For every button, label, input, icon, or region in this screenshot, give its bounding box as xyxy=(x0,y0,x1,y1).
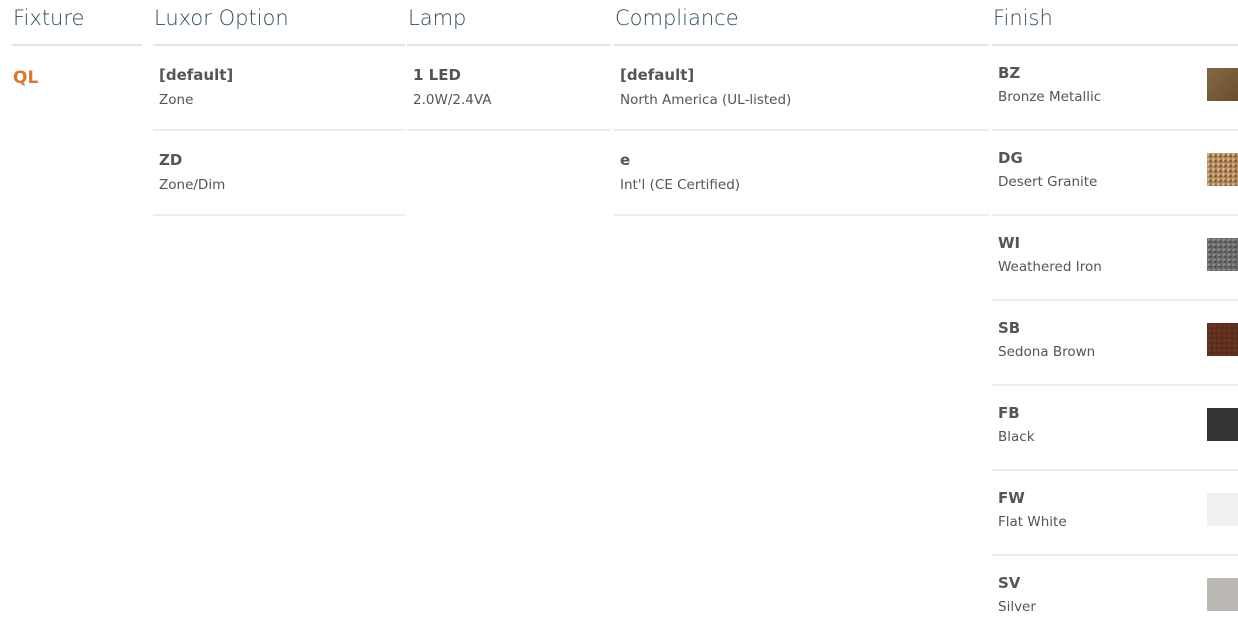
option-code: BZ xyxy=(998,64,1021,82)
option-code: FW xyxy=(998,489,1025,507)
option-code: SB xyxy=(998,319,1021,337)
option-code: ZD xyxy=(159,151,183,169)
luxor-option-default[interactable]: [default] Zone xyxy=(153,46,405,131)
option-code: [default] xyxy=(159,66,234,84)
option-code: DG xyxy=(998,149,1023,167)
fixture-header: Fixture xyxy=(12,0,142,46)
option-description: Black xyxy=(998,429,1035,445)
finish-swatch xyxy=(1207,238,1238,271)
option-description: Bronze Metallic xyxy=(998,89,1102,105)
lamp-header: Lamp xyxy=(407,0,611,46)
option-description: Int'l (CE Certified) xyxy=(620,177,741,193)
option-description: North America (UL-listed) xyxy=(620,92,792,108)
finish-option-fb[interactable]: FB Black xyxy=(992,386,1238,471)
option-description: Flat White xyxy=(998,514,1067,530)
finish-option-fw[interactable]: FW Flat White xyxy=(992,471,1238,556)
option-code: FB xyxy=(998,404,1020,422)
finish-column: Finish BZ Bronze Metallic DG Desert Gran… xyxy=(992,0,1238,639)
finish-swatch xyxy=(1207,578,1238,611)
option-description: Silver xyxy=(998,599,1036,615)
option-code: [default] xyxy=(620,66,695,84)
option-code: SV xyxy=(998,574,1021,592)
option-description: Zone/Dim xyxy=(159,177,226,193)
option-code: e xyxy=(620,151,631,169)
finish-swatch xyxy=(1207,153,1238,186)
finish-option-dg[interactable]: DG Desert Granite xyxy=(992,131,1238,216)
luxor-option-header: Luxor Option xyxy=(153,0,405,46)
finish-option-bz[interactable]: BZ Bronze Metallic xyxy=(992,46,1238,131)
finish-swatch xyxy=(1207,408,1238,441)
finish-header: Finish xyxy=(992,0,1238,46)
option-description: Desert Granite xyxy=(998,174,1098,190)
compliance-option-default[interactable]: [default] North America (UL-listed) xyxy=(614,46,989,131)
option-code: WI xyxy=(998,234,1021,252)
finish-swatch xyxy=(1207,323,1238,356)
finish-swatch xyxy=(1207,493,1238,526)
fixture-code: QL xyxy=(13,68,39,88)
luxor-option-zd[interactable]: ZD Zone/Dim xyxy=(153,131,405,216)
option-description: Zone xyxy=(159,92,194,108)
finish-option-wi[interactable]: WI Weathered Iron xyxy=(992,216,1238,301)
option-description: 2.0W/2.4VA xyxy=(413,92,492,108)
option-description: Sedona Brown xyxy=(998,344,1096,360)
finish-option-sb[interactable]: SB Sedona Brown xyxy=(992,301,1238,386)
lamp-column: Lamp 1 LED 2.0W/2.4VA xyxy=(407,0,611,131)
option-code: 1 LED xyxy=(413,66,461,84)
finish-swatch xyxy=(1207,68,1238,101)
luxor-option-column: Luxor Option [default] Zone ZD Zone/Dim xyxy=(153,0,405,216)
compliance-header: Compliance xyxy=(614,0,989,46)
option-description: Weathered Iron xyxy=(998,259,1102,275)
fixture-column: Fixture QL xyxy=(12,0,142,88)
finish-option-sv[interactable]: SV Silver xyxy=(992,556,1238,639)
compliance-column: Compliance [default] North America (UL-l… xyxy=(614,0,989,216)
compliance-option-e[interactable]: e Int'l (CE Certified) xyxy=(614,131,989,216)
lamp-option-1-led[interactable]: 1 LED 2.0W/2.4VA xyxy=(407,46,611,131)
